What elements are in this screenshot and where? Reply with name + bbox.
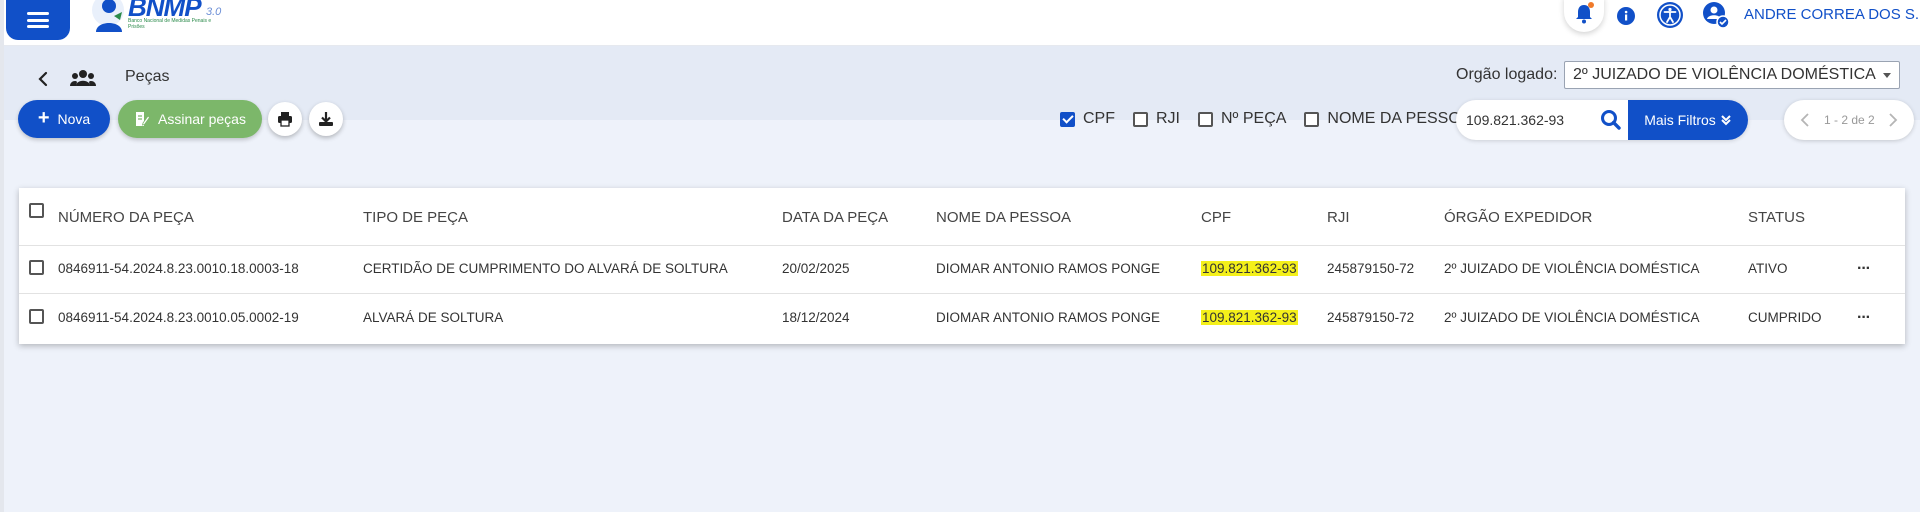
filter-cpf[interactable]: CPF xyxy=(1060,110,1115,128)
cell-cpf: 109.821.362-93 xyxy=(1201,261,1298,276)
cell-data: 18/12/2024 xyxy=(782,310,850,325)
table-row[interactable]: 0846911-54.2024.8.23.0010.05.0002-19 ALV… xyxy=(19,295,1905,343)
logo-subtitle: Banco Nacional de Medidas Penais e Prisõ… xyxy=(128,18,212,30)
cell-nome: DIOMAR ANTONIO RAMOS PONGE xyxy=(936,310,1161,325)
notification-dot xyxy=(1588,2,1594,8)
column-header-rji[interactable]: RJI xyxy=(1327,209,1350,226)
row-actions-icon[interactable]: ··· xyxy=(1857,260,1871,278)
filter-cpf-checkbox[interactable] xyxy=(1060,111,1075,127)
orgao-label: Orgão logado: xyxy=(1456,66,1558,83)
row-checkbox[interactable] xyxy=(29,309,44,324)
top-bar: BNMP 3.0 Banco Nacional de Medidas Penai… xyxy=(4,0,1920,46)
column-header-tipo[interactable]: TIPO DE PEÇA xyxy=(363,209,468,226)
filter-rji-checkbox[interactable] xyxy=(1133,111,1148,127)
notifications-button[interactable] xyxy=(1564,0,1604,32)
filter-nome-pessoa-label: NOME DA PESSOA xyxy=(1327,110,1472,127)
plus-icon: + xyxy=(37,107,50,129)
column-header-nome[interactable]: NOME DA PESSOA xyxy=(936,209,1071,226)
column-header-data[interactable]: DATA DA PEÇA xyxy=(782,209,888,226)
filter-numero-peca[interactable]: Nº PEÇA xyxy=(1198,110,1286,128)
orgao-select-value: 2º JUIZADO DE VIOLÊNCIA DOMÉSTICA xyxy=(1573,66,1876,83)
pecas-table: NÚMERO DA PEÇA TIPO DE PEÇA DATA DA PEÇA… xyxy=(19,188,1905,344)
dropdown-caret-icon xyxy=(1883,73,1891,78)
column-header-status[interactable]: STATUS xyxy=(1748,209,1805,226)
filter-nome-pessoa[interactable]: NOME DA PESSOA xyxy=(1304,110,1471,128)
search-box: Mais Filtros xyxy=(1456,100,1748,140)
row-checkbox[interactable] xyxy=(29,260,44,275)
select-all-checkbox[interactable] xyxy=(29,203,44,218)
user-account-icon[interactable] xyxy=(1702,1,1730,29)
column-header-orgao[interactable]: ÓRGÃO EXPEDIDOR xyxy=(1444,209,1592,226)
search-type-filters: CPF RJI Nº PEÇA NOME DA PESSOA xyxy=(1060,110,1489,128)
assinar-pecas-button[interactable]: Assinar peças xyxy=(118,100,262,138)
main-content: Peças Orgão logado: 2º JUIZADO DE VIOLÊN… xyxy=(4,46,1920,512)
print-button[interactable] xyxy=(268,102,302,136)
assinar-label: Assinar peças xyxy=(158,111,246,127)
mais-filtros-button[interactable]: Mais Filtros xyxy=(1628,100,1748,140)
cell-status: ATIVO xyxy=(1748,261,1788,276)
cell-orgao: 2º JUIZADO DE VIOLÊNCIA DOMÉSTICA xyxy=(1444,261,1700,276)
chevron-left-icon[interactable] xyxy=(1798,112,1814,128)
back-chevron-icon[interactable] xyxy=(34,70,52,88)
filter-rji[interactable]: RJI xyxy=(1133,110,1180,128)
cell-data: 20/02/2025 xyxy=(782,261,850,276)
filter-rji-label: RJI xyxy=(1156,110,1180,127)
pagination: 1 - 2 de 2 xyxy=(1784,100,1914,140)
info-icon[interactable] xyxy=(1616,6,1636,26)
mais-filtros-label: Mais Filtros xyxy=(1644,112,1716,128)
nova-button[interactable]: + Nova xyxy=(18,100,110,138)
cell-nome: DIOMAR ANTONIO RAMOS PONGE xyxy=(936,261,1161,276)
logo-version: 3.0 xyxy=(206,6,222,18)
hamburger-icon xyxy=(27,12,49,28)
table-header: NÚMERO DA PEÇA TIPO DE PEÇA DATA DA PEÇA… xyxy=(19,188,1905,246)
orgao-select[interactable]: 2º JUIZADO DE VIOLÊNCIA DOMÉSTICA xyxy=(1564,61,1900,89)
download-button[interactable] xyxy=(309,102,343,136)
cell-orgao: 2º JUIZADO DE VIOLÊNCIA DOMÉSTICA xyxy=(1444,310,1700,325)
sign-document-icon xyxy=(136,112,151,126)
page-title: Peças xyxy=(125,68,170,85)
download-icon xyxy=(319,112,333,126)
search-icon[interactable] xyxy=(1598,108,1624,132)
cell-rji: 245879150-72 xyxy=(1327,261,1415,276)
cell-tipo: ALVARÁ DE SOLTURA xyxy=(363,310,504,325)
cell-numero: 0846911-54.2024.8.23.0010.18.0003-18 xyxy=(58,261,299,276)
row-actions-icon[interactable]: ··· xyxy=(1857,309,1871,327)
chevron-right-icon[interactable] xyxy=(1884,112,1900,128)
column-header-cpf[interactable]: CPF xyxy=(1201,209,1231,226)
nova-label: Nova xyxy=(57,111,91,127)
app-logo[interactable]: BNMP 3.0 Banco Nacional de Medidas Penai… xyxy=(88,0,228,36)
logo-person-icon xyxy=(92,0,124,32)
filter-numero-peca-checkbox[interactable] xyxy=(1198,111,1213,127)
filter-nome-pessoa-checkbox[interactable] xyxy=(1304,111,1320,127)
cell-status: CUMPRIDO xyxy=(1748,310,1822,325)
cell-rji: 245879150-72 xyxy=(1327,310,1415,325)
cell-tipo: CERTIDÃO DE CUMPRIMENTO DO ALVARÁ DE SOL… xyxy=(363,261,728,276)
people-icon xyxy=(70,70,96,86)
table-row[interactable]: 0846911-54.2024.8.23.0010.18.0003-18 CER… xyxy=(19,246,1905,294)
menu-button[interactable] xyxy=(6,0,70,40)
print-icon xyxy=(278,112,292,127)
user-name[interactable]: ANDRE CORREA DOS S... xyxy=(1744,6,1920,23)
double-chevron-down-icon xyxy=(1721,115,1731,126)
filter-numero-peca-label: Nº PEÇA xyxy=(1221,110,1287,127)
search-input[interactable] xyxy=(1466,110,1596,130)
filter-cpf-label: CPF xyxy=(1083,110,1115,127)
pagination-text: 1 - 2 de 2 xyxy=(1824,113,1875,127)
cell-cpf: 109.821.362-93 xyxy=(1201,310,1298,325)
cell-numero: 0846911-54.2024.8.23.0010.05.0002-19 xyxy=(58,310,299,325)
column-header-numero[interactable]: NÚMERO DA PEÇA xyxy=(58,209,194,226)
accessibility-icon[interactable] xyxy=(1656,1,1684,29)
